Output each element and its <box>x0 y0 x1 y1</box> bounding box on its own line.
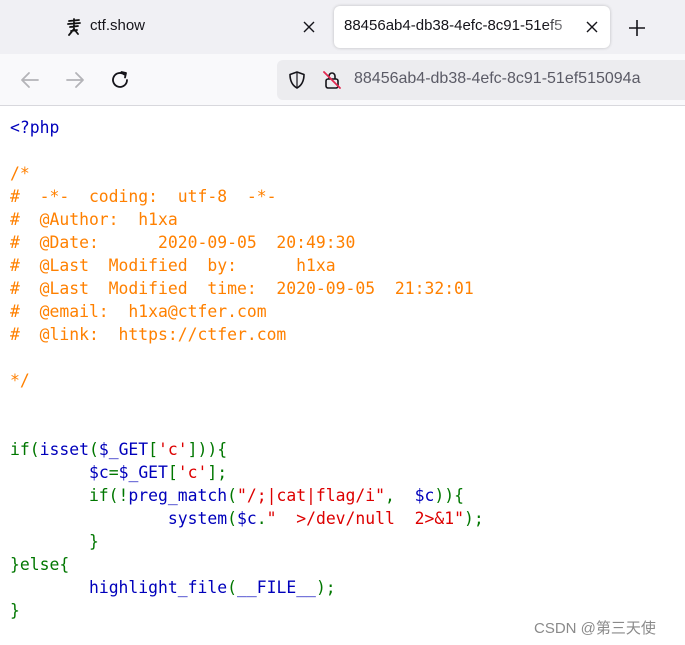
code-token: # @Last Modified by: h1xa <box>10 256 336 275</box>
code-token: ( <box>227 486 237 505</box>
tab-label-fade <box>544 6 584 48</box>
shield-icon[interactable] <box>287 70 307 90</box>
code-token: $c <box>414 486 435 505</box>
code-token: # @Date: 2020-09-05 20:49:30 <box>10 233 356 252</box>
code-token: if( <box>10 440 40 459</box>
code-token: ); <box>315 578 336 597</box>
code-token: $c <box>88 463 109 482</box>
code-token: $_GET <box>118 463 168 482</box>
nav-toolbar: 88456ab4-db38-4efc-8c91-51ef515094a <box>0 54 685 106</box>
code-token: 'c' <box>158 440 188 459</box>
code-line: # @Author: h1xa <box>10 208 484 231</box>
code-line: # @Last Modified by: h1xa <box>10 254 484 277</box>
code-token: if(! <box>10 486 129 505</box>
arrow-left-icon[interactable] <box>19 69 41 91</box>
code-token: , <box>385 486 415 505</box>
code-line: # -*- coding: utf-8 -*- <box>10 185 484 208</box>
code-token: */ <box>10 371 30 390</box>
close-icon[interactable] <box>299 17 319 37</box>
code-token: ])){ <box>187 440 228 459</box>
code-line: */ <box>10 369 484 392</box>
code-token: } <box>10 532 99 551</box>
code-token: system <box>167 509 228 528</box>
code-token: /* <box>10 164 30 183</box>
code-token: " >/dev/null 2>&1" <box>266 509 464 528</box>
code-line: system($c." >/dev/null 2>&1"); <box>10 507 484 530</box>
tab-label: ctf.show <box>90 17 146 34</box>
plus-icon[interactable] <box>626 17 648 39</box>
code-token: preg_match <box>128 486 228 505</box>
source-code-view: <?php /* # -*- coding: utf-8 -*- # @Author:… <box>10 116 484 622</box>
code-token: )){ <box>434 486 464 505</box>
code-token: <?php <box>10 118 60 137</box>
code-line: } <box>10 530 484 553</box>
code-token: # @Last Modified time: 2020-09-05 21:32:… <box>10 279 474 298</box>
code-line: if(!preg_match("/;|cat|flag/i", $c)){ <box>10 484 484 507</box>
code-line: # @Date: 2020-09-05 20:49:30 <box>10 231 484 254</box>
code-line: <?php <box>10 116 484 139</box>
code-token: } <box>10 601 20 620</box>
code-line: /* <box>10 162 484 185</box>
code-token: $_GET <box>98 440 149 459</box>
url-text: 88456ab4-db38-4efc-8c91-51ef515094a <box>354 70 641 87</box>
arrow-right-icon[interactable] <box>64 69 86 91</box>
code-token: [ <box>148 440 159 459</box>
code-token: # @Author: h1xa <box>10 210 178 229</box>
code-line: # @link: https://ctfer.com <box>10 323 484 346</box>
code-line: if(isset($_GET['c'])){ <box>10 438 484 461</box>
code-token: # -*- coding: utf-8 -*- <box>10 187 277 206</box>
reload-icon[interactable] <box>109 69 131 91</box>
tab-strip: ctf.show 88456ab4-db38-4efc-8c91-51ef5 <box>0 0 685 54</box>
code-line: # @Last Modified time: 2020-09-05 21:32:… <box>10 277 484 300</box>
code-token: "/;|cat|flag/i" <box>236 486 386 505</box>
code-token: # @email: h1xa@ctfer.com <box>10 302 267 321</box>
code-token: 'c' <box>177 463 208 482</box>
watermark: CSDN @第三天使 <box>534 620 656 637</box>
code-token: . <box>256 509 267 528</box>
code-line: # @email: h1xa@ctfer.com <box>10 300 484 323</box>
lock-slash-icon[interactable] <box>322 70 342 90</box>
close-icon[interactable] <box>582 17 602 37</box>
code-token: }else{ <box>10 555 70 574</box>
code-token: ( <box>88 440 99 459</box>
code-token: # @link: https://ctfer.com <box>10 325 287 344</box>
url-bar[interactable]: 88456ab4-db38-4efc-8c91-51ef515094a <box>277 60 685 100</box>
code-token: = <box>108 463 119 482</box>
ctfshow-logo-icon <box>64 17 84 37</box>
code-line: $c=$_GET['c']; <box>10 461 484 484</box>
code-token: highlight_file <box>88 578 228 597</box>
code-line: highlight_file(__FILE__); <box>10 576 484 599</box>
code-token: ]; <box>207 463 228 482</box>
tab-ctfshow[interactable]: ctf.show <box>0 6 330 48</box>
code-line: } <box>10 599 484 622</box>
code-token: __FILE__ <box>236 578 316 597</box>
code-token: ); <box>463 509 484 528</box>
code-token: ( <box>227 509 237 528</box>
code-token: isset <box>39 440 89 459</box>
code-token: $c <box>236 509 257 528</box>
code-token: ( <box>227 578 237 597</box>
code-token: [ <box>167 463 178 482</box>
code-line: }else{ <box>10 553 484 576</box>
tab-active[interactable]: 88456ab4-db38-4efc-8c91-51ef5 <box>334 6 610 48</box>
